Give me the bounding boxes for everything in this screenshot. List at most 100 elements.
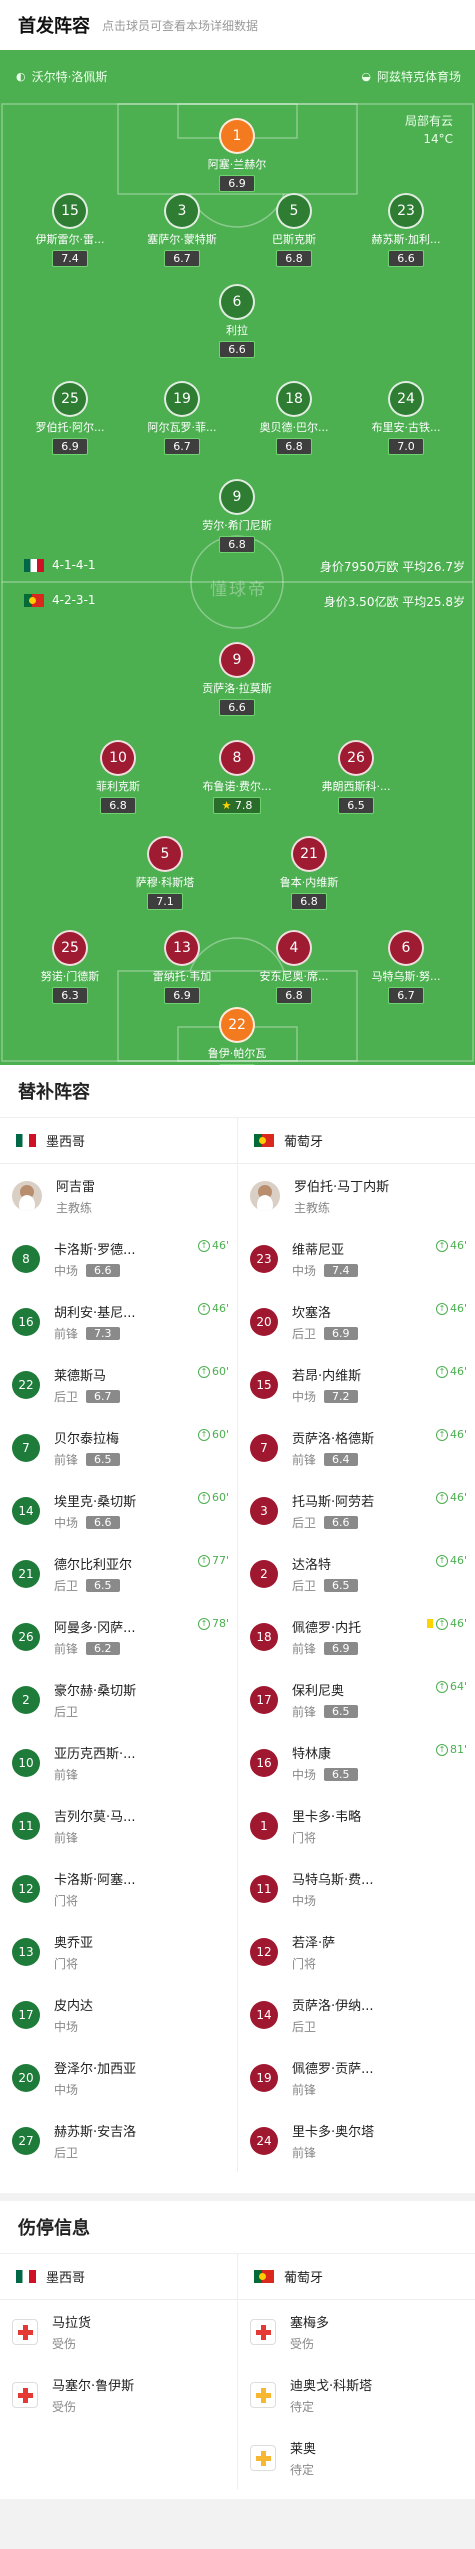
player-marker[interactable]: 9 贡萨洛·拉莫斯 6.6 [167, 642, 307, 716]
substitute-row[interactable]: 17 保利尼奥 前锋 6.5 ↑ 64' [238, 1668, 475, 1731]
coach-row[interactable]: 罗伯托·马丁内斯 主教练 [238, 1164, 475, 1227]
substitute-row[interactable]: 2 豪尔赫·桑切斯 后卫 [0, 1668, 237, 1731]
substitute-row[interactable]: 13 奥乔亚 门将 [0, 1920, 237, 1983]
substitute-row[interactable]: 18 佩德罗·内托 前锋 6.9 ↑ 46' [238, 1605, 475, 1668]
player-info: 坎塞洛 后卫 6.9 [292, 1302, 358, 1342]
player-number: 4 [276, 930, 312, 966]
player-name: 马特乌斯·费... [292, 1872, 374, 1888]
substitute-row[interactable]: 14 贡萨洛·伊纳... 后卫 [238, 1983, 475, 2046]
injury-row[interactable]: 马拉货 受伤 [0, 2300, 237, 2363]
substitute-row[interactable]: 7 贝尔泰拉梅 前锋 6.5 ↑ 60' [0, 1416, 237, 1479]
player-marker[interactable]: 26 弗朗西斯科·... 6.5 [286, 740, 426, 814]
substitute-row[interactable]: 8 卡洛斯·罗德... 中场 6.6 ↑ 46' [0, 1227, 237, 1290]
player-name: 特林康 [292, 1746, 332, 1762]
home-injuries: 马拉货 受伤 马塞尔·鲁伊斯 受伤 [0, 2300, 238, 2489]
substitute-row[interactable]: 16 胡利安·基尼... 前锋 7.3 ↑ 46' [0, 1290, 237, 1353]
player-marker[interactable]: 24 布里安·古铁... 7.0 [336, 381, 475, 455]
player-number: 1 [250, 1811, 278, 1840]
substitution-minute: 46' [449, 1239, 467, 1252]
player-position: 后卫 [292, 1578, 317, 1593]
player-marker[interactable]: 9 劳尔·希门尼斯 6.8 [167, 479, 307, 553]
player-name: 鲁本·内维斯 [279, 876, 339, 889]
player-position: 前锋 [292, 1704, 317, 1719]
substitute-row[interactable]: 14 埃里克·桑切斯 中场 6.6 ↑ 60' [0, 1479, 237, 1542]
player-position: 前锋 [292, 2082, 317, 2097]
substitute-row[interactable]: 15 若昂·内维斯 中场 7.2 ↑ 46' [238, 1353, 475, 1416]
substitute-row[interactable]: 12 卡洛斯·阿塞... 门将 [0, 1857, 237, 1920]
player-info: 迪奥戈·科斯塔 待定 [290, 2375, 372, 2415]
player-rating: 6.5 [86, 1578, 120, 1592]
player-number: 12 [250, 1937, 278, 1966]
substitute-row[interactable]: 10 亚历克西斯·... 前锋 [0, 1731, 237, 1794]
player-name: 莱奥 [290, 2441, 317, 2457]
substitute-row[interactable]: 19 佩德罗·贡萨... 前锋 [238, 2046, 475, 2109]
substitute-row[interactable]: 1 里卡多·韦略 门将 [238, 1794, 475, 1857]
player-marker[interactable]: 6 利拉 6.6 [167, 284, 307, 358]
substitution-badge: ↑ 46' [435, 1491, 467, 1504]
substitution-in-icon: ↑ [435, 1428, 448, 1441]
player-number: 22 [219, 1007, 255, 1043]
substitute-row[interactable]: 20 登泽尔·加西亚 中场 [0, 2046, 237, 2109]
injury-row[interactable]: 莱奥 待定 [238, 2426, 475, 2489]
player-rating-value: 6.8 [285, 989, 303, 1002]
substitution-in-icon: ↑ [435, 1491, 448, 1504]
portugal-flag-icon [24, 593, 44, 607]
player-rating: 6.9 [219, 175, 255, 192]
player-number: 21 [12, 1559, 40, 1588]
substitute-row[interactable]: 27 赫苏斯·安吉洛 后卫 [0, 2109, 237, 2172]
player-marker[interactable]: 23 赫苏斯·加利... 6.6 [336, 193, 475, 267]
player-number: 21 [291, 836, 327, 872]
home-team-name: 墨西哥 [46, 1135, 86, 1150]
substitution-minute: 78' [211, 1617, 229, 1630]
player-info: 奥乔亚 门将 [54, 1932, 93, 1972]
substitute-row[interactable]: 23 维蒂尼亚 中场 7.4 ↑ 46' [238, 1227, 475, 1290]
substitution-minute: 60' [211, 1365, 229, 1378]
substitution-in-icon: ↑ [197, 1428, 210, 1441]
substitute-row[interactable]: 12 若泽·萨 门将 [238, 1920, 475, 1983]
substitution-minute: 46' [449, 1365, 467, 1378]
substitute-row[interactable]: 7 贡萨洛·格德斯 前锋 6.4 ↑ 46' [238, 1416, 475, 1479]
injury-row[interactable]: 塞梅多 受伤 [238, 2300, 475, 2363]
player-position: 前锋 [54, 1641, 79, 1656]
player-rating: 6.6 [324, 1515, 358, 1529]
substitute-row[interactable]: 3 托马斯·阿劳若 后卫 6.6 ↑ 46' [238, 1479, 475, 1542]
player-marker[interactable]: 6 马特乌斯·努... 6.7 [336, 930, 475, 1004]
substitute-row[interactable]: 21 德尔比利亚尔 后卫 6.5 ↑ 77' [0, 1542, 237, 1605]
substitute-row[interactable]: 2 达洛特 后卫 6.5 ↑ 46' [238, 1542, 475, 1605]
player-name: 赫苏斯·加利... [371, 233, 441, 246]
substitute-row[interactable]: 11 吉列尔莫·马... 前锋 [0, 1794, 237, 1857]
player-name: 吉列尔莫·马... [54, 1809, 136, 1825]
player-rating-value: 6.8 [228, 538, 246, 551]
substitute-row[interactable]: 17 皮内达 中场 [0, 1983, 237, 2046]
player-info: 埃里克·桑切斯 中场 6.6 [54, 1491, 136, 1531]
player-marker[interactable]: 21 鲁本·内维斯 6.8 [239, 836, 379, 910]
player-name: 若昂·内维斯 [292, 1368, 362, 1384]
injury-row[interactable]: 马塞尔·鲁伊斯 受伤 [0, 2363, 237, 2426]
substitute-row[interactable]: 26 阿曼多·冈萨... 前锋 6.2 ↑ 78' [0, 1605, 237, 1668]
player-info: 佩德罗·贡萨... 前锋 [292, 2058, 374, 2098]
substitute-row[interactable]: 22 莱德斯马 后卫 6.7 ↑ 60' [0, 1353, 237, 1416]
substitute-row[interactable]: 16 特林康 中场 6.5 ↑ 81' [238, 1731, 475, 1794]
player-name: 莱德斯马 [54, 1368, 107, 1384]
player-marker[interactable]: 22鲁伊·帕尔瓦6.9 [167, 1007, 307, 1065]
player-marker[interactable]: 1 阿塞·兰赫尔 6.9 [167, 118, 307, 192]
player-position: 前锋 [54, 1830, 79, 1845]
player-marker[interactable]: 5 萨穆·科斯塔 7.1 [95, 836, 235, 910]
substitution-badge: ↑ 81' [435, 1743, 467, 1756]
player-number: 9 [219, 479, 255, 515]
watermark: 懂球帝 [210, 580, 267, 600]
coach-row[interactable]: 阿吉雷 主教练 [0, 1164, 237, 1227]
player-meta: 后卫 [54, 2144, 136, 2161]
substitute-row[interactable]: 20 坎塞洛 后卫 6.9 ↑ 46' [238, 1290, 475, 1353]
injury-status: 待定 [290, 2399, 315, 2414]
away-team-name: 葡萄牙 [284, 2271, 324, 2286]
player-name: 卡洛斯·阿塞... [54, 1872, 136, 1888]
injury-row[interactable]: 迪奥戈·科斯塔 待定 [238, 2363, 475, 2426]
away-formation-text: 4-2-3-1 [52, 593, 96, 607]
player-rating: 6.4 [324, 1452, 358, 1466]
substitutes-section: 替补阵容 墨西哥 葡萄牙 阿吉雷 主教练 8 卡洛斯·罗德... 中场 6.6 ↑ 46' 1… [0, 1065, 475, 2193]
player-number: 10 [12, 1748, 40, 1777]
substitute-row[interactable]: 24 里卡多·奥尔塔 前锋 [238, 2109, 475, 2172]
player-number: 24 [250, 2126, 278, 2155]
substitute-row[interactable]: 11 马特乌斯·费... 中场 [238, 1857, 475, 1920]
